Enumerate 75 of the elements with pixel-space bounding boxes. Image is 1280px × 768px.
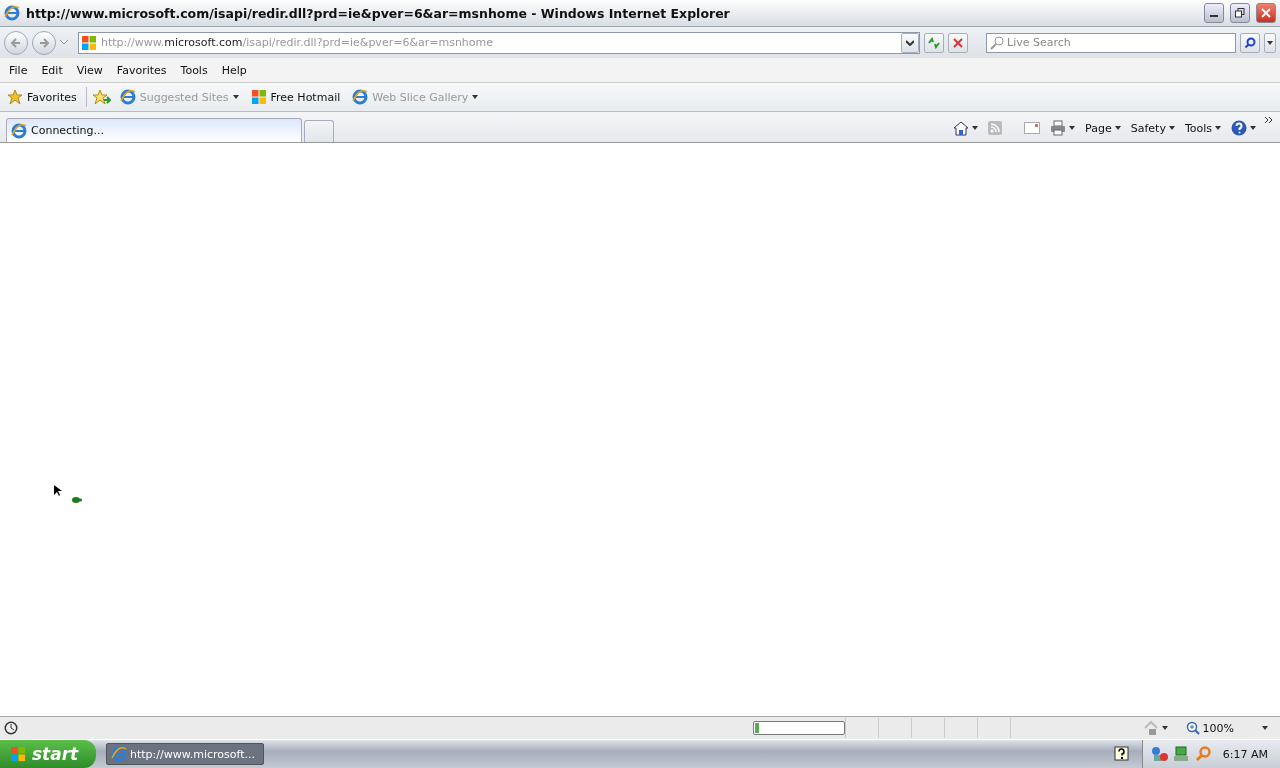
help-icon[interactable] xyxy=(1113,746,1130,762)
zoom-button[interactable]: 100% xyxy=(1179,721,1278,735)
chevron-icon[interactable] xyxy=(1264,116,1274,124)
network-icon[interactable] xyxy=(1150,746,1169,762)
caret-icon xyxy=(1168,126,1175,130)
windows-flag-icon xyxy=(10,746,26,762)
menu-item[interactable]: Edit xyxy=(34,61,70,79)
search-button[interactable] xyxy=(1240,32,1260,53)
menu-item[interactable]: Favorites xyxy=(109,61,174,79)
address-field[interactable]: http://www.microsoft.com/isapi/redir.dll?prd=ie&pver=6&ar=msnhome xyxy=(78,31,920,54)
refresh-button[interactable] xyxy=(924,32,944,53)
ie-icon xyxy=(11,122,27,139)
search-field[interactable]: Live Search xyxy=(986,32,1236,53)
restore-button[interactable] xyxy=(1230,3,1250,23)
search-icon xyxy=(1244,36,1256,49)
help-icon xyxy=(1231,120,1247,136)
page-icon xyxy=(352,89,369,105)
site-icon xyxy=(81,34,97,51)
star-icon xyxy=(7,89,23,105)
caret-icon xyxy=(1215,126,1221,130)
forward-arrow-icon xyxy=(38,36,50,49)
menu-item[interactable]: Help xyxy=(214,61,254,79)
search-options-button[interactable] xyxy=(1264,32,1276,53)
ie-logo-icon xyxy=(4,5,20,21)
caret-icon[interactable] xyxy=(60,40,68,45)
caret-icon xyxy=(1069,126,1076,130)
clock-icon xyxy=(4,721,18,735)
menu-item[interactable]: File xyxy=(2,61,35,79)
window-title: http://www.microsoft.com/isapi/redir.dll?prd=ie&pver=6&ar=msnhome - Windows Internet Explorer xyxy=(26,5,731,21)
stop-icon xyxy=(953,37,963,48)
zoom-icon xyxy=(1185,721,1200,735)
caret-icon xyxy=(1161,726,1168,730)
stop-button[interactable] xyxy=(948,32,968,53)
caret-icon xyxy=(1267,40,1273,45)
caret-icon xyxy=(472,95,479,99)
browser-tab[interactable]: Connecting... xyxy=(6,118,302,142)
forward-button[interactable] xyxy=(32,30,56,55)
search-icon xyxy=(990,35,1004,50)
command-menu[interactable]: Page xyxy=(1083,121,1123,135)
refresh-icon xyxy=(927,36,941,49)
favorites-button[interactable]: Favorites xyxy=(4,87,80,107)
chevron-down-icon xyxy=(906,39,914,46)
printer-icon xyxy=(1050,120,1067,136)
print-button[interactable] xyxy=(1048,120,1078,136)
command-menu[interactable]: Tools xyxy=(1182,121,1223,135)
cursor-icon xyxy=(54,485,62,497)
home-button[interactable] xyxy=(951,120,981,136)
command-menu[interactable]: Safety xyxy=(1128,121,1177,135)
back-button[interactable] xyxy=(4,30,28,55)
minimize-button[interactable] xyxy=(1204,3,1224,23)
caret-icon xyxy=(1114,126,1121,130)
caret-icon xyxy=(1250,126,1256,130)
envelope-icon xyxy=(1024,122,1041,134)
menu-item[interactable]: View xyxy=(69,61,110,79)
caret-icon xyxy=(972,126,979,130)
caret-icon xyxy=(232,95,239,99)
favorites-link[interactable]: Free Hotmail xyxy=(247,87,344,107)
menu-item[interactable]: Tools xyxy=(173,61,215,79)
feed-icon xyxy=(988,121,1003,135)
page-icon xyxy=(119,89,136,105)
taskbar-button[interactable]: http://www.microsoft... xyxy=(106,743,264,765)
dropdown-button[interactable] xyxy=(901,32,919,53)
close-button[interactable] xyxy=(1256,3,1276,23)
mail-button[interactable] xyxy=(1022,122,1043,134)
windows-logo-icon xyxy=(250,89,267,105)
restore-icon xyxy=(1235,8,1245,18)
clock-time: 6:17 AM xyxy=(1222,747,1268,761)
add-favorite-icon[interactable] xyxy=(92,89,111,105)
close-icon xyxy=(1261,8,1271,18)
computer-icon[interactable] xyxy=(1172,746,1191,762)
help-button[interactable] xyxy=(1229,120,1258,136)
ie-icon xyxy=(111,746,127,762)
home-icon xyxy=(953,120,970,136)
back-arrow-icon xyxy=(10,36,22,49)
caret-icon xyxy=(1262,726,1268,730)
